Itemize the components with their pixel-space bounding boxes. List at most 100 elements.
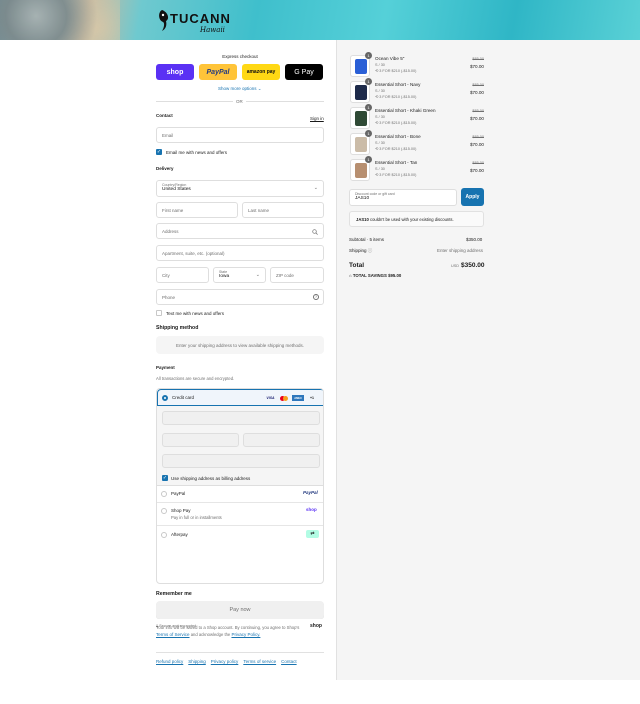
legal-text: Your info will be saved to a Shop accoun… — [156, 625, 300, 637]
expiration-field[interactable] — [162, 433, 239, 447]
city-field[interactable]: City — [156, 267, 209, 283]
product-variant: S / 30 — [375, 89, 385, 93]
shipping-link[interactable]: Shipping — [188, 659, 206, 664]
product-name: Essential Short - Navy — [375, 82, 421, 87]
credit-card-option[interactable]: Credit card VISA AMEX +1 — [157, 389, 323, 406]
name-on-card-field[interactable] — [162, 454, 320, 468]
shipping-value: Enter shipping address — [437, 248, 484, 253]
product-name: Ocean Vibe 5" — [375, 56, 405, 61]
apartment-field[interactable]: Apartment, suite, etc. (optional) — [156, 245, 324, 261]
product-name: Essential Short - Bone — [375, 134, 421, 139]
shop-pay-radio[interactable] — [161, 508, 167, 514]
google-pay-button[interactable]: G Pay — [285, 64, 323, 80]
pay-now-button[interactable]: Pay now — [156, 601, 324, 619]
paypal-button[interactable]: PayPal — [199, 64, 237, 80]
total-savings: ⌂ TOTAL SAVINGS $95.00 — [349, 273, 402, 278]
email-field[interactable]: Email — [156, 127, 324, 143]
refund-policy-link[interactable]: Refund policy — [156, 659, 183, 664]
product-price: $70.00 — [469, 116, 484, 121]
email-news-checkbox[interactable]: ✓ — [156, 149, 162, 155]
shipping-label: Shipping ⓘ — [349, 248, 373, 253]
product-name: Essential Short - Khaki Green — [375, 108, 436, 113]
discount-code-field[interactable]: Discount code or gift card JAS10 — [349, 189, 457, 206]
payment-methods: Credit card VISA AMEX +1 ✓ Use shipping … — [156, 388, 324, 584]
billing-address-label: Use shipping address as billing address — [171, 476, 251, 481]
shop-pay-button[interactable]: shop — [156, 64, 194, 80]
billing-address-checkbox[interactable]: ✓ — [162, 475, 168, 481]
shop-pay-subtitle: Pay in full or in installments — [171, 515, 222, 520]
shop-pay-option[interactable]: Shop Pay Pay in full or in installments … — [157, 503, 323, 526]
cart-item: 1 Essential Short - Bone S / 30 ⟲ 3 FOR $21… — [350, 130, 484, 155]
more-cards-badge: +1 — [310, 396, 314, 400]
shipping-method-heading: Shipping method — [156, 325, 199, 331]
country-select[interactable]: Country/Region United States ⌄ — [156, 180, 324, 197]
help-icon[interactable]: ⓘ — [368, 248, 373, 253]
shipping-method-notice: Enter your shipping address to view avai… — [156, 336, 324, 354]
credit-card-radio[interactable] — [162, 395, 168, 401]
phone-field[interactable]: Phone ? — [156, 289, 324, 305]
product-discount: ⟲ 3 FOR $210 (-$15.00) — [375, 147, 417, 151]
product-variant: S / 30 — [375, 115, 385, 119]
banner-rock-image — [0, 0, 120, 40]
original-price: $85.00 — [472, 83, 484, 87]
afterpay-radio[interactable] — [161, 532, 167, 538]
address-field[interactable]: Address — [156, 223, 324, 239]
visa-icon: VISA — [266, 396, 275, 400]
help-icon[interactable]: ? — [313, 294, 319, 300]
original-price: $85.00 — [472, 135, 484, 139]
delivery-heading: Delivery — [156, 166, 174, 171]
quantity-badge: 1 — [365, 78, 372, 85]
tag-icon: ⌂ — [349, 273, 352, 278]
privacy-policy-footer-link[interactable]: Privacy policy — [211, 659, 239, 664]
original-price: $85.00 — [472, 161, 484, 165]
apply-button[interactable]: Apply — [461, 188, 484, 206]
card-fields: ✓ Use shipping address as billing addres… — [157, 406, 323, 486]
chevron-down-icon: ⌄ — [255, 272, 260, 278]
payment-subtitle: All transactions are secure and encrypte… — [156, 376, 235, 381]
privacy-policy-link[interactable]: Privacy Policy. — [231, 632, 260, 637]
cart-item: 1 Essential Short - Khaki Green S / 30 ⟲ 3 … — [350, 104, 484, 129]
security-code-field[interactable] — [243, 433, 320, 447]
first-name-field[interactable]: First name — [156, 202, 238, 218]
tag-icon: ⟲ — [375, 147, 379, 151]
payment-heading: Payment — [156, 365, 175, 370]
quantity-badge: 1 — [365, 52, 372, 59]
state-select[interactable]: State Iowa ⌄ — [213, 267, 266, 283]
afterpay-option[interactable]: Afterpay ⇄ — [157, 526, 323, 545]
brand-logo[interactable]: TUCANN Hawaii — [156, 6, 242, 34]
footer-links: Refund policy Shipping Privacy policy Te… — [156, 659, 297, 664]
card-number-field[interactable] — [162, 411, 320, 425]
product-discount: ⟲ 3 FOR $210 (-$15.00) — [375, 69, 417, 73]
email-news-label: Email me with news and offers — [166, 150, 227, 155]
product-name: Essential Short - Tan — [375, 160, 418, 165]
tag-icon: ⟲ — [375, 95, 379, 99]
paypal-radio[interactable] — [161, 491, 167, 497]
product-price: $70.00 — [469, 64, 484, 69]
terms-of-service-link[interactable]: Terms of Service — [156, 632, 190, 637]
product-variant: S / 30 — [375, 167, 385, 171]
remember-me-heading: Remember me — [156, 591, 192, 597]
terms-of-service-footer-link[interactable]: Terms of service — [243, 659, 276, 664]
product-discount: ⟲ 3 FOR $210 (-$15.00) — [375, 173, 417, 177]
amazon-pay-button[interactable]: amazon pay — [242, 64, 280, 80]
quantity-badge: 1 — [365, 104, 372, 111]
show-more-options-link[interactable]: Show more options ⌄ — [218, 86, 262, 92]
last-name-field[interactable]: Last name — [242, 202, 324, 218]
contact-heading: Contact — [156, 113, 173, 118]
or-separator: OR — [233, 99, 246, 104]
contact-link[interactable]: Contact — [281, 659, 297, 664]
text-news-label: Text me with news and offers — [166, 311, 224, 316]
product-variant: S / 30 — [375, 141, 385, 145]
paypal-label: PayPal — [171, 491, 186, 496]
cart-item: 1 Ocean Vibe 5" S / 30 ⟲ 3 FOR $210 (-$15.0… — [350, 52, 484, 77]
afterpay-label: Afterpay — [171, 532, 188, 537]
sign-in-link[interactable]: Sign in — [310, 116, 324, 121]
cart-item: 1 Essential Short - Tan S / 30 ⟲ 3 FOR $210… — [350, 156, 484, 181]
product-discount: ⟲ 3 FOR $210 (-$15.00) — [375, 95, 417, 99]
shop-pay-logo: shop — [306, 507, 317, 512]
subtotal-label: Subtotal · 5 items — [349, 237, 385, 242]
product-price: $70.00 — [469, 90, 484, 95]
zip-field[interactable]: ZIP code — [270, 267, 324, 283]
paypal-option[interactable]: PayPal PayPal — [157, 486, 323, 503]
text-news-checkbox[interactable] — [156, 310, 162, 316]
